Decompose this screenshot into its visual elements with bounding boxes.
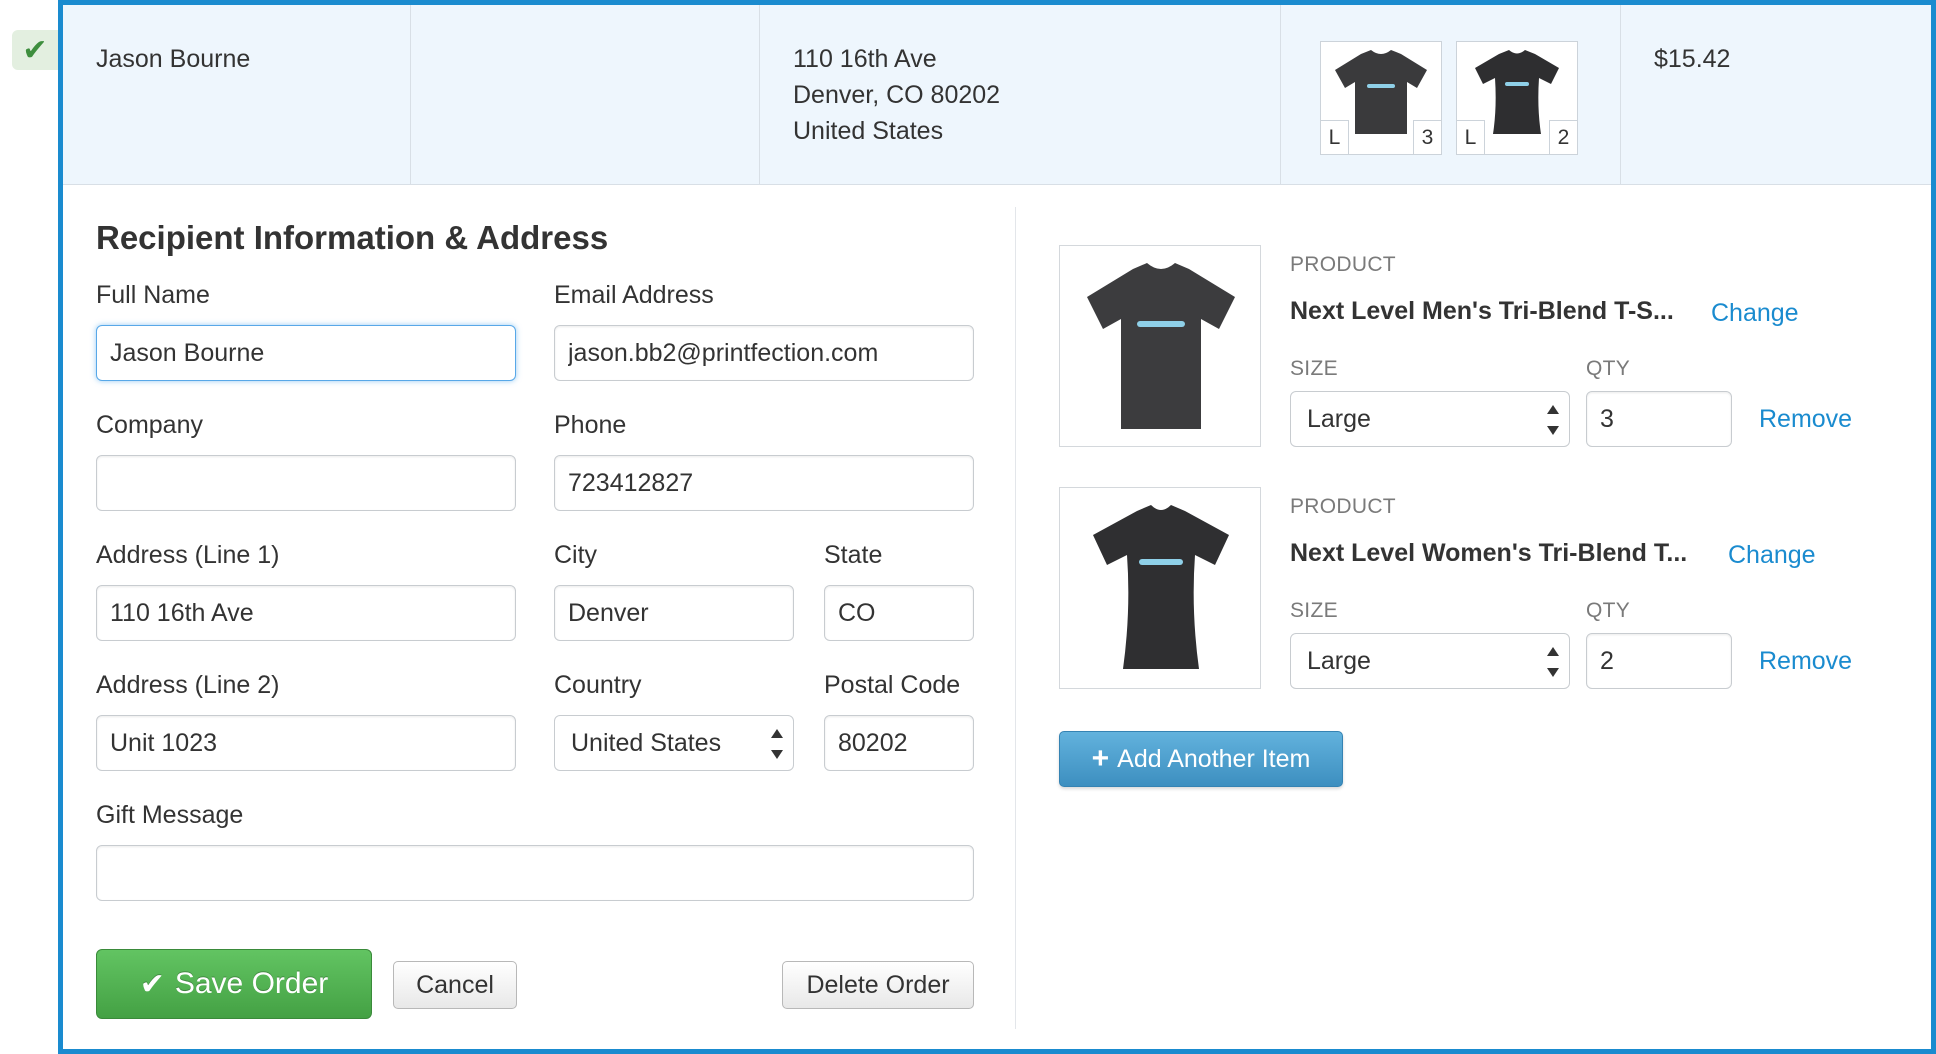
qty-label: QTY [1586,357,1631,380]
summary-item-thumb: L 3 [1320,41,1442,155]
size-select-value: Large [1307,647,1371,675]
full-name-input[interactable] [96,325,516,381]
change-product-link[interactable]: Change [1728,541,1816,570]
company-input[interactable] [96,455,516,511]
summary-company-cell [411,5,760,185]
city-label: City [554,541,598,569]
plus-icon: + [1091,742,1110,775]
size-select[interactable]: Large [1290,391,1570,447]
summary-address-line3: United States [793,117,944,145]
summary-total-cell: $15.42 [1621,5,1931,185]
state-input[interactable] [824,585,974,641]
thumb-size-badge: L [1321,120,1349,154]
tshirt-icon [1087,263,1235,429]
checkmark-icon: ✔ [139,967,165,1001]
summary-address-line2: Denver, CO 80202 [793,81,1001,109]
size-label: SIZE [1290,599,1338,622]
thumb-qty-badge: 3 [1413,120,1441,154]
address2-input[interactable] [96,715,516,771]
gift-message-label: Gift Message [96,801,244,829]
updown-arrows-icon [1547,647,1559,677]
email-label: Email Address [554,281,714,309]
qty-label: QTY [1586,599,1631,622]
order-edit-form: Recipient Information & Address Full Nam… [63,185,1931,1049]
summary-name: Jason Bourne [96,45,251,73]
summary-total: $15.42 [1654,45,1731,73]
email-input[interactable] [554,325,974,381]
gift-message-input[interactable] [96,845,974,901]
postal-input[interactable] [824,715,974,771]
tshirt-icon [1093,505,1229,669]
summary-address-line1: 110 16th Ave [793,45,937,73]
state-label: State [824,541,883,569]
change-product-link[interactable]: Change [1711,299,1799,328]
address1-label: Address (Line 1) [96,541,280,569]
updown-arrows-icon [1547,405,1559,435]
summary-item-thumb: L 2 [1456,41,1578,155]
product-label: PRODUCT [1290,495,1396,518]
address1-input[interactable] [96,585,516,641]
save-order-button[interactable]: ✔ Save Order [96,949,372,1019]
section-title: Recipient Information & Address [96,219,609,256]
summary-items-cell: L 3 L 2 [1281,5,1621,185]
add-another-item-label: Add Another Item [1117,744,1311,773]
delete-order-button[interactable]: Delete Order [782,961,974,1009]
remove-product-link[interactable]: Remove [1759,647,1852,676]
save-order-label: Save Order [174,967,329,1000]
add-another-item-button[interactable]: + Add Another Item [1059,731,1343,787]
summary-address-cell: 110 16th Ave Denver, CO 80202 United Sta… [760,5,1281,185]
qty-input[interactable] [1586,633,1732,689]
size-label: SIZE [1290,357,1338,380]
phone-label: Phone [554,411,627,439]
product-image [1059,487,1261,689]
product-name: Next Level Women's Tri-Blend T... [1290,539,1688,567]
thumb-size-badge: L [1457,120,1485,154]
updown-arrows-icon [771,729,783,759]
remove-product-link[interactable]: Remove [1759,405,1852,434]
summary-name-cell: Jason Bourne [63,5,411,185]
size-select-value: Large [1307,405,1371,433]
column-divider [1015,207,1016,1029]
country-label: Country [554,671,642,699]
order-summary-row[interactable]: Jason Bourne 110 16th Ave Denver, CO 802… [63,5,1931,185]
address2-label: Address (Line 2) [96,671,280,699]
qty-input[interactable] [1586,391,1732,447]
city-input[interactable] [554,585,794,641]
product-name: Next Level Men's Tri-Blend T-S... [1290,297,1674,325]
cancel-button[interactable]: Cancel [393,961,517,1009]
size-select[interactable]: Large [1290,633,1570,689]
company-label: Company [96,411,203,439]
postal-label: Postal Code [824,671,961,699]
selected-check-icon[interactable]: ✔ [12,30,58,70]
country-select[interactable]: United States [554,715,794,771]
thumb-qty-badge: 2 [1549,120,1577,154]
order-card: Jason Bourne 110 16th Ave Denver, CO 802… [58,0,1936,1054]
product-image [1059,245,1261,447]
full-name-label: Full Name [96,281,210,309]
country-select-value: United States [571,729,722,757]
product-label: PRODUCT [1290,253,1396,276]
phone-input[interactable] [554,455,974,511]
